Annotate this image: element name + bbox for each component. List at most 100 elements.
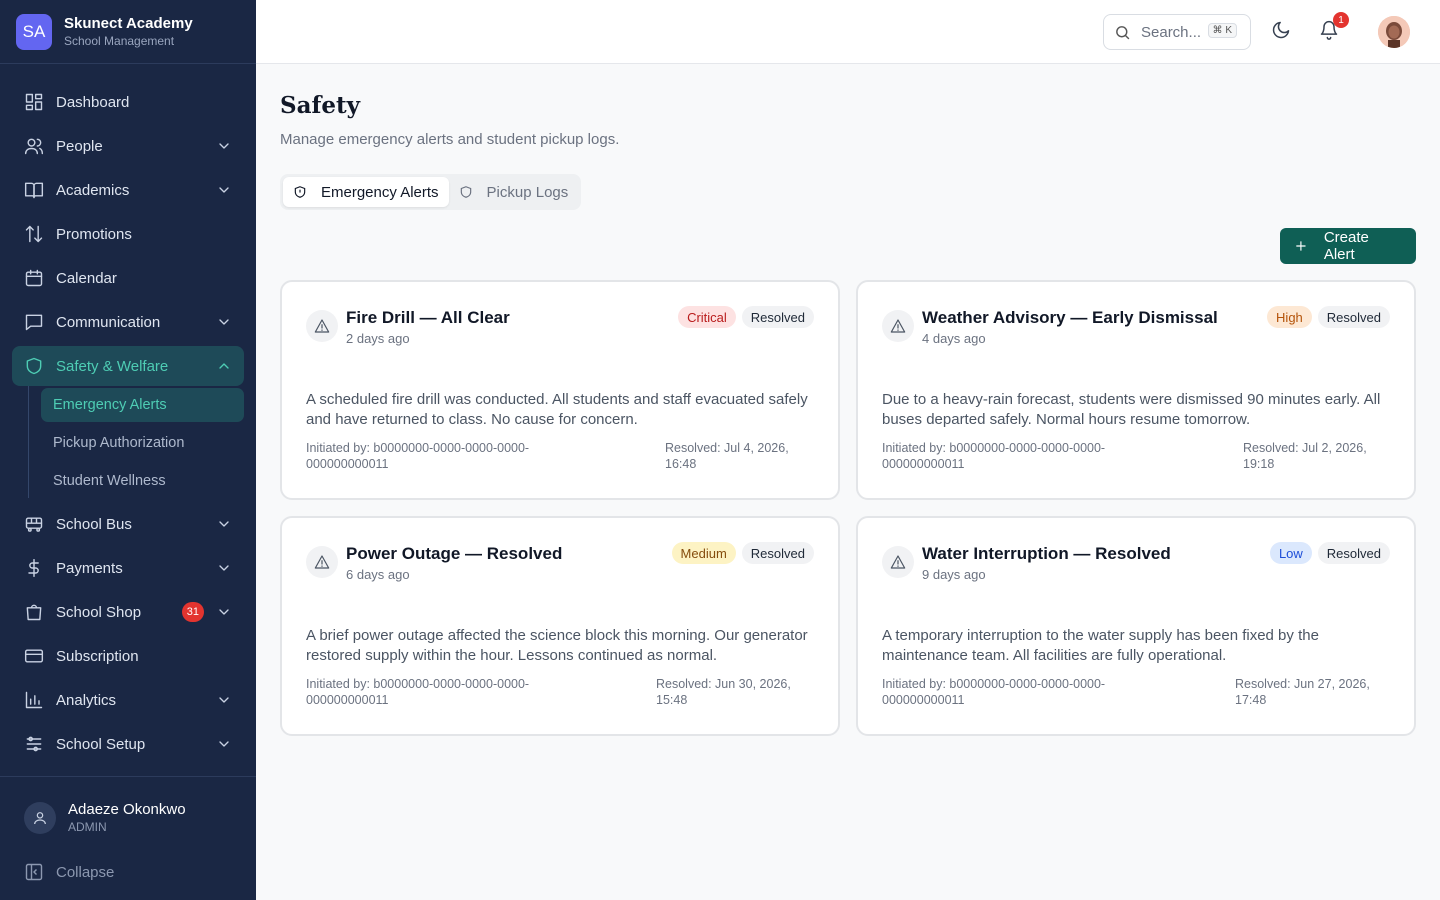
alert-time: 6 days ago	[346, 567, 410, 582]
alert-title: Power Outage — Resolved	[346, 544, 563, 563]
dashboard-icon	[24, 92, 44, 112]
user-profile[interactable]: Adaeze Okonkwo ADMIN	[24, 801, 232, 834]
tab-emergency-alerts[interactable]: Emergency Alerts	[283, 177, 449, 207]
shield-icon	[24, 356, 44, 376]
collapse-icon	[25, 863, 43, 881]
chevron-down-icon	[216, 692, 232, 708]
sidebar-item-safety-welfare[interactable]: Safety & Welfare	[12, 346, 244, 386]
tab-label: Pickup Logs	[486, 183, 569, 201]
sidebar-item-label: Analytics	[56, 691, 117, 709]
warning-icon	[306, 546, 338, 578]
avatar-image	[1378, 16, 1410, 48]
sidebar-item-label: People	[56, 137, 103, 155]
chevron-down-icon	[216, 560, 232, 576]
sidebar-item-label: Subscription	[56, 647, 139, 665]
status-badge: Resolved	[741, 542, 814, 564]
user-icon	[24, 801, 56, 834]
sidebar-subitem-emergency-alerts[interactable]: Emergency Alerts	[41, 388, 244, 422]
sidebar-item-label: School Bus	[56, 515, 132, 533]
user-role: ADMIN	[68, 820, 107, 834]
alert-resolved-at: Resolved: Jun 27, 2026, 17:48	[1235, 677, 1370, 707]
sidebar-item-communication[interactable]: Communication	[12, 302, 244, 342]
sidebar-subitem-student-wellness[interactable]: Student Wellness	[41, 464, 244, 498]
sidebar-item-label: Promotions	[56, 225, 132, 243]
sidebar-item-academics[interactable]: Academics	[12, 170, 244, 210]
status-badge: Resolved	[1317, 542, 1390, 564]
warning-icon	[306, 310, 338, 342]
main-content: Safety Manage emergency alerts and stude…	[280, 64, 1416, 736]
topbar: Search... ⌘ K 1	[256, 0, 1440, 64]
alert-time: 2 days ago	[346, 331, 410, 346]
warning-icon	[882, 546, 914, 578]
alert-description: A scheduled fire drill was conducted. Al…	[306, 391, 808, 428]
user-name: Adaeze Okonkwo	[68, 801, 186, 818]
alert-title: Fire Drill — All Clear	[346, 308, 510, 327]
arrows-icon	[24, 224, 44, 244]
brand[interactable]: SA Skunect Academy School Management	[0, 0, 256, 64]
brand-subtitle: School Management	[64, 34, 175, 48]
alert-card[interactable]: Power Outage — Resolved 6 days ago Mediu…	[280, 516, 840, 736]
sidebar-item-label: Calendar	[56, 269, 117, 287]
collapse-button[interactable]: Collapse	[24, 862, 232, 882]
sidebar-item-people[interactable]: People	[12, 126, 244, 166]
alert-time: 9 days ago	[922, 567, 986, 582]
alert-resolved-at: Resolved: Jun 30, 2026, 15:48	[656, 677, 791, 707]
people-icon	[24, 136, 44, 156]
alert-initiated-by: Initiated by: b0000000-0000-0000-0000-00…	[306, 441, 530, 471]
tabs: Emergency Alerts Pickup Logs	[280, 174, 582, 210]
sidebar-item-dashboard[interactable]: Dashboard	[12, 82, 244, 122]
sidebar-item-school-bus[interactable]: School Bus	[12, 504, 244, 544]
sidebar-item-calendar[interactable]: Calendar	[12, 258, 244, 298]
alert-time: 4 days ago	[922, 331, 986, 346]
sidebar-item-school-setup[interactable]: School Setup	[12, 724, 244, 764]
avatar[interactable]	[1378, 16, 1410, 48]
chevron-down-icon	[216, 736, 232, 752]
alert-card[interactable]: Fire Drill — All Clear 2 days ago Critic…	[280, 280, 840, 500]
collapse-label: Collapse	[56, 863, 115, 881]
search-icon	[1116, 25, 1130, 39]
chevron-down-icon	[216, 138, 232, 154]
calendar-icon	[24, 268, 44, 288]
severity-badge: Low	[1269, 542, 1312, 564]
alert-card[interactable]: Weather Advisory — Early Dismissal 4 day…	[856, 280, 1416, 500]
sidebar-item-label: School Setup	[56, 735, 146, 753]
shop-icon	[24, 602, 44, 622]
chat-icon	[24, 312, 44, 332]
shield-icon	[460, 186, 471, 198]
alert-title: Weather Advisory — Early Dismissal	[922, 308, 1218, 327]
chart-icon	[24, 690, 44, 710]
sidebar-item-analytics[interactable]: Analytics	[12, 680, 244, 720]
sidebar-item-subscription[interactable]: Subscription	[12, 636, 244, 676]
card-icon	[24, 646, 44, 666]
page-title: Safety	[280, 92, 361, 119]
safety-subnav: Emergency Alerts Pickup Authorization St…	[28, 386, 244, 498]
bus-icon	[24, 514, 44, 534]
alert-description: A temporary interruption to the water su…	[882, 627, 1319, 664]
create-alert-button[interactable]: Create Alert	[1280, 228, 1416, 264]
chevron-down-icon	[216, 182, 232, 198]
book-icon	[24, 180, 44, 200]
sidebar-item-label: Communication	[56, 313, 161, 331]
tab-pickup-logs[interactable]: Pickup Logs	[449, 177, 579, 207]
alert-initiated-by: Initiated by: b0000000-0000-0000-0000-00…	[306, 677, 530, 707]
dollar-icon	[24, 558, 44, 578]
chevron-up-icon	[216, 358, 232, 374]
status-badge: Resolved	[1317, 306, 1390, 328]
search-input[interactable]: Search... ⌘ K	[1103, 14, 1251, 50]
sidebar-item-school-shop[interactable]: School Shop 31	[12, 592, 244, 632]
theme-toggle-button[interactable]	[1271, 20, 1295, 44]
sidebar-subitem-pickup-authorization[interactable]: Pickup Authorization	[41, 426, 244, 460]
alert-initiated-by: Initiated by: b0000000-0000-0000-0000-00…	[882, 441, 1106, 471]
page-subtitle: Manage emergency alerts and student pick…	[280, 131, 620, 148]
sidebar-item-label: Dashboard	[56, 93, 130, 111]
warning-icon	[882, 310, 914, 342]
alert-description: A brief power outage affected the scienc…	[306, 627, 808, 664]
alert-card[interactable]: Water Interruption — Resolved 9 days ago…	[856, 516, 1416, 736]
sidebar-item-payments[interactable]: Payments	[12, 548, 244, 588]
severity-badge: Critical	[678, 306, 736, 328]
sidebar-item-label: Academics	[56, 181, 130, 199]
create-alert-label: Create Alert	[1323, 229, 1369, 263]
user-box: Adaeze Okonkwo ADMIN Collapse	[0, 776, 256, 882]
tab-label: Emergency Alerts	[321, 183, 439, 201]
sidebar-item-promotions[interactable]: Promotions	[12, 214, 244, 254]
